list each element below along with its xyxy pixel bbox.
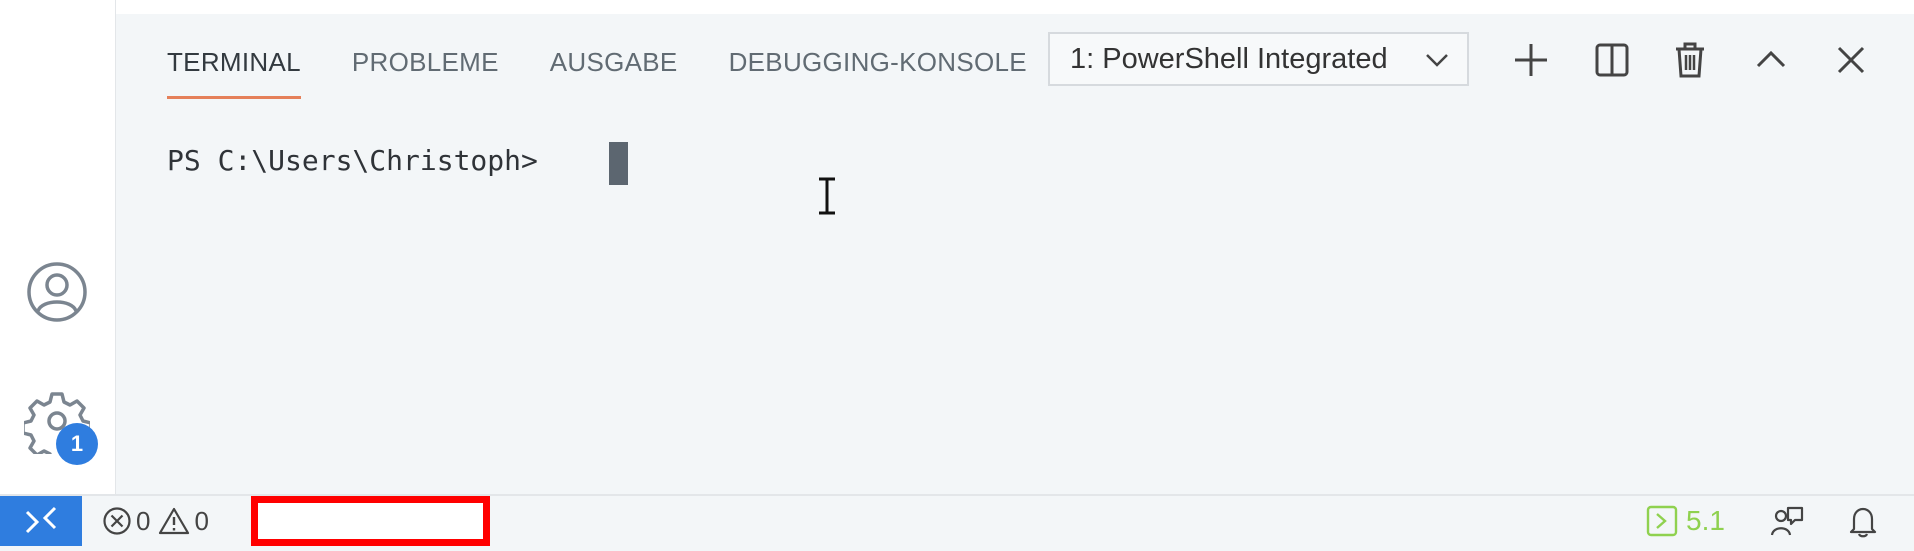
plus-icon [1515, 44, 1547, 76]
split-icon [1595, 43, 1629, 77]
tab-debug-console[interactable]: DEBUGGING-KONSOLE [729, 44, 1027, 96]
terminal-prompt: PS C:\Users\Christoph> [167, 144, 538, 177]
activity-bar: 1 [0, 0, 116, 494]
error-count: 0 [136, 505, 151, 536]
error-icon [103, 507, 131, 535]
warning-icon [159, 507, 190, 535]
problems-summary[interactable]: 0 0 [102, 504, 217, 538]
remote-icon [25, 506, 57, 534]
notification-badge: 1 [56, 423, 98, 465]
account-icon[interactable] [24, 259, 90, 325]
warning-count: 0 [194, 505, 209, 536]
panel-tabs: TERMINAL PROBLEME AUSGABE DEBUGGING-KONS… [167, 44, 1078, 99]
feedback-button[interactable] [1770, 504, 1804, 538]
editor-area-edge [116, 0, 1914, 14]
status-bar: 0 0 5.1 [0, 494, 1914, 546]
bell-icon [1849, 507, 1877, 538]
text-cursor-icon [819, 177, 835, 215]
split-terminal-button[interactable] [1590, 38, 1634, 82]
feedback-icon [1770, 506, 1804, 536]
kill-terminal-button[interactable] [1668, 38, 1712, 82]
terminal-cursor [609, 142, 628, 185]
powershell-version: 5.1 [1686, 505, 1725, 536]
terminal-selector-value: 1: PowerShell Integrated [1070, 42, 1388, 75]
chevron-up-icon [1756, 50, 1786, 68]
highlighted-status-item[interactable] [251, 496, 490, 546]
close-panel-button[interactable] [1829, 38, 1873, 82]
tab-output[interactable]: AUSGABE [550, 44, 678, 96]
powershell-icon [1646, 505, 1678, 537]
remote-indicator-button[interactable] [0, 496, 82, 546]
trash-icon [1676, 42, 1704, 78]
powershell-version-indicator[interactable]: 5.1 [1646, 504, 1725, 538]
terminal-selector[interactable]: 1: PowerShell Integrated [1048, 32, 1469, 86]
notifications-button[interactable] [1846, 504, 1880, 538]
new-terminal-button[interactable] [1509, 38, 1553, 82]
close-icon [1837, 46, 1865, 74]
tab-terminal[interactable]: TERMINAL [167, 44, 301, 99]
maximize-panel-button[interactable] [1749, 38, 1793, 82]
chevron-down-icon [1426, 54, 1448, 67]
tab-problems[interactable]: PROBLEME [352, 44, 499, 96]
